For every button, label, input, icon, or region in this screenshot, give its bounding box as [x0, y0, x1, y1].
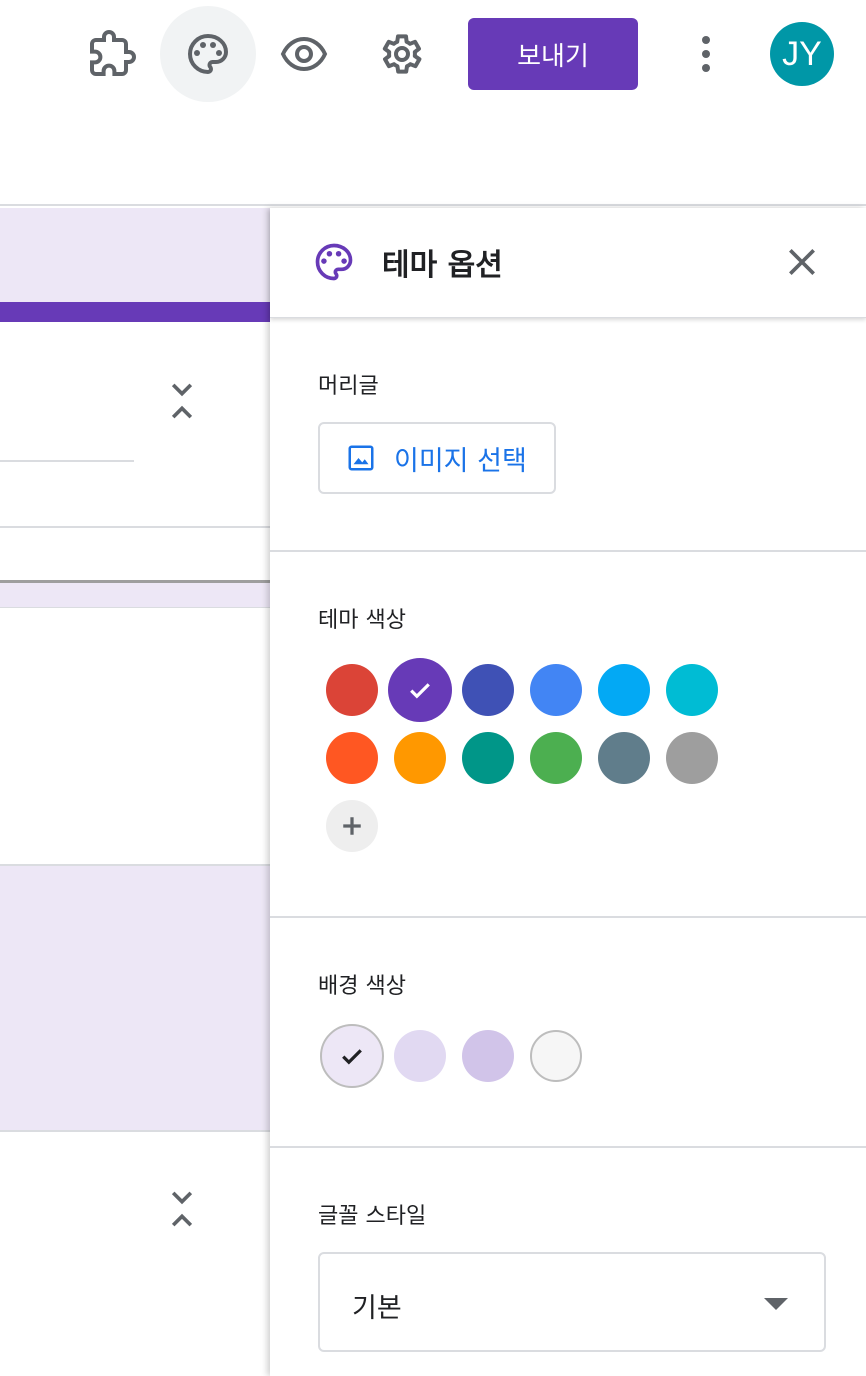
- preview-button[interactable]: [256, 6, 352, 102]
- font-style-value: 기본: [352, 1293, 402, 1324]
- background-color-swatch[interactable]: [462, 1030, 514, 1082]
- plus-icon: [343, 817, 361, 835]
- theme-color-swatch[interactable]: [462, 732, 514, 784]
- form-header-band: [0, 208, 270, 302]
- background-color-swatch[interactable]: [530, 1030, 582, 1082]
- theme-color-swatch[interactable]: [666, 732, 718, 784]
- dropdown-arrow-icon: [764, 1298, 788, 1310]
- unfold-less-icon: [171, 1191, 193, 1227]
- theme-color-swatch[interactable]: [598, 664, 650, 716]
- form-accent-stripe: [0, 302, 270, 322]
- unfold-less-icon: [171, 383, 193, 419]
- theme-color-label: 테마 색상: [318, 608, 406, 633]
- palette-icon: [188, 33, 229, 75]
- puzzle-icon: [90, 30, 136, 76]
- font-style-dropdown[interactable]: 기본: [318, 1252, 826, 1352]
- more-options-button[interactable]: [658, 6, 754, 102]
- theme-color-swatch[interactable]: [530, 732, 582, 784]
- collapse-section-button[interactable]: [162, 376, 202, 426]
- panel-title: 테마 옵션: [382, 248, 503, 283]
- theme-color-swatch[interactable]: [326, 664, 378, 716]
- settings-button[interactable]: [352, 6, 448, 102]
- choose-image-label: 이미지 선택: [394, 445, 527, 477]
- theme-color-swatch[interactable]: [394, 732, 446, 784]
- customize-theme-button[interactable]: [160, 6, 256, 102]
- section-divider: [270, 550, 866, 552]
- avatar[interactable]: JY: [770, 22, 834, 86]
- form-background-band: [0, 580, 270, 608]
- palette-icon: [315, 243, 353, 281]
- title-underline: [0, 460, 134, 462]
- theme-options-panel: 테마 옵션 머리글 이미지 선택 테마 색상 배경 색상 글꼴 스타일 기본: [270, 208, 866, 1376]
- section-divider: [270, 916, 866, 918]
- divider: [0, 526, 270, 528]
- theme-color-swatch[interactable]: [388, 658, 452, 722]
- image-icon: [348, 445, 374, 471]
- gear-icon: [382, 34, 422, 74]
- background-color-swatch[interactable]: [320, 1024, 384, 1088]
- panel-header: 테마 옵션: [270, 208, 866, 318]
- send-button[interactable]: 보내기: [468, 18, 638, 90]
- close-icon[interactable]: [782, 242, 822, 282]
- collapse-section-button[interactable]: [162, 1184, 202, 1234]
- eye-icon: [280, 36, 328, 72]
- check-icon: [342, 1049, 362, 1065]
- header-section-label: 머리글: [318, 374, 379, 399]
- top-toolbar: 보내기 JY: [0, 0, 866, 206]
- add-custom-color-button[interactable]: [326, 800, 378, 852]
- more-vert-icon: [702, 36, 710, 72]
- theme-color-swatch[interactable]: [326, 732, 378, 784]
- background-color-label: 배경 색상: [318, 974, 406, 999]
- form-background-band: [0, 864, 270, 1132]
- font-style-label: 글꼴 스타일: [318, 1204, 427, 1229]
- check-icon: [410, 683, 430, 699]
- theme-color-swatch[interactable]: [530, 664, 582, 716]
- theme-color-swatch[interactable]: [598, 732, 650, 784]
- theme-color-swatch[interactable]: [666, 664, 718, 716]
- add-ons-button[interactable]: [64, 6, 160, 102]
- choose-image-button[interactable]: 이미지 선택: [318, 422, 556, 494]
- form-editor-area: [0, 208, 270, 1376]
- theme-color-swatch[interactable]: [462, 664, 514, 716]
- section-divider: [270, 1146, 866, 1148]
- background-color-swatch[interactable]: [394, 1030, 446, 1082]
